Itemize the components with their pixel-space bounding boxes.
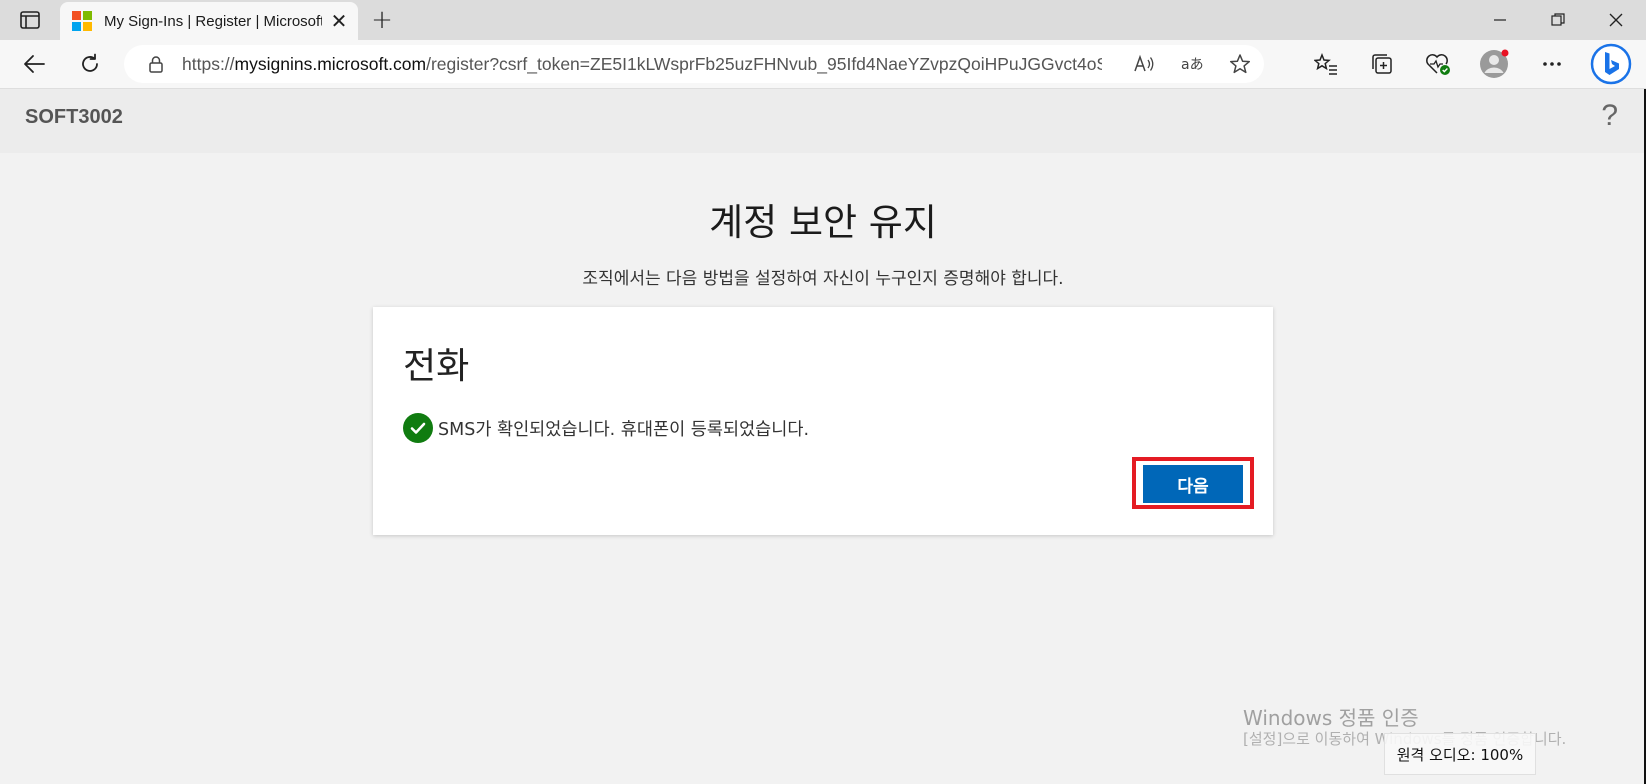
favorites-list-icon[interactable] xyxy=(1310,48,1342,80)
profile-avatar-icon[interactable] xyxy=(1478,48,1510,80)
remote-audio-indicator: 원격 오디오: 100% xyxy=(1384,733,1536,775)
page-header: SOFT3002 ? xyxy=(0,89,1646,153)
activation-watermark-title: Windows 정품 인증 xyxy=(1243,706,1419,730)
tab-title: My Sign-Ins | Register | Microsoft xyxy=(104,12,322,30)
url-text[interactable]: https://mysignins.microsoft.com/register… xyxy=(182,54,1102,75)
close-window-icon[interactable] xyxy=(1588,0,1644,40)
translate-icon[interactable]: aあ xyxy=(1168,54,1216,74)
next-button[interactable]: 다음 xyxy=(1143,465,1243,503)
url-host: mysignins.microsoft.com xyxy=(234,53,427,74)
more-icon[interactable] xyxy=(1536,48,1568,80)
back-icon[interactable] xyxy=(18,48,50,80)
tab-strip: My Sign-Ins | Register | Microsoft ✕ + xyxy=(0,0,1646,40)
refresh-icon[interactable] xyxy=(74,48,106,80)
minimize-icon[interactable] xyxy=(1472,0,1528,40)
browser-tab[interactable]: My Sign-Ins | Register | Microsoft ✕ xyxy=(60,2,358,40)
bing-chat-icon[interactable] xyxy=(1590,43,1632,85)
collections-icon[interactable] xyxy=(1366,48,1398,80)
read-aloud-icon[interactable] xyxy=(1120,54,1168,74)
help-icon[interactable]: ? xyxy=(1601,99,1618,133)
restore-icon[interactable] xyxy=(1530,0,1586,40)
lock-icon[interactable] xyxy=(146,54,166,74)
checkmark-icon xyxy=(403,413,433,443)
url-scheme: https:// xyxy=(182,53,235,74)
browser-toolbar: https://mysignins.microsoft.com/register… xyxy=(0,40,1646,89)
tab-actions-icon[interactable] xyxy=(10,8,50,32)
tab-close-icon[interactable]: ✕ xyxy=(328,9,350,33)
page-title: 계정 보안 유지 xyxy=(709,201,937,244)
organization-name: SOFT3002 xyxy=(25,106,123,128)
favorite-star-icon[interactable] xyxy=(1216,53,1264,75)
url-path: /register?csrf_token=ZE5I1kLWsprFb25uzFH… xyxy=(426,53,1102,74)
highlight-box: 다음 xyxy=(1132,457,1254,509)
method-title: 전화 xyxy=(403,346,470,387)
status-row: SMS가 확인되었습니다. 휴대폰이 등록되었습니다. xyxy=(403,413,809,443)
address-bar[interactable]: https://mysignins.microsoft.com/register… xyxy=(124,45,1264,83)
status-message: SMS가 확인되었습니다. 휴대폰이 등록되었습니다. xyxy=(438,419,810,440)
new-tab-button[interactable]: + xyxy=(368,5,396,35)
browser-essentials-icon[interactable] xyxy=(1422,48,1454,80)
registration-card: 전화 SMS가 확인되었습니다. 휴대폰이 등록되었습니다. 다음 xyxy=(373,307,1273,535)
svg-text:aあ: aあ xyxy=(1181,57,1204,73)
microsoft-logo-icon xyxy=(72,11,92,31)
page-subtitle: 조직에서는 다음 방법을 설정하여 자신이 누구인지 증명해야 합니다. xyxy=(582,269,1064,289)
